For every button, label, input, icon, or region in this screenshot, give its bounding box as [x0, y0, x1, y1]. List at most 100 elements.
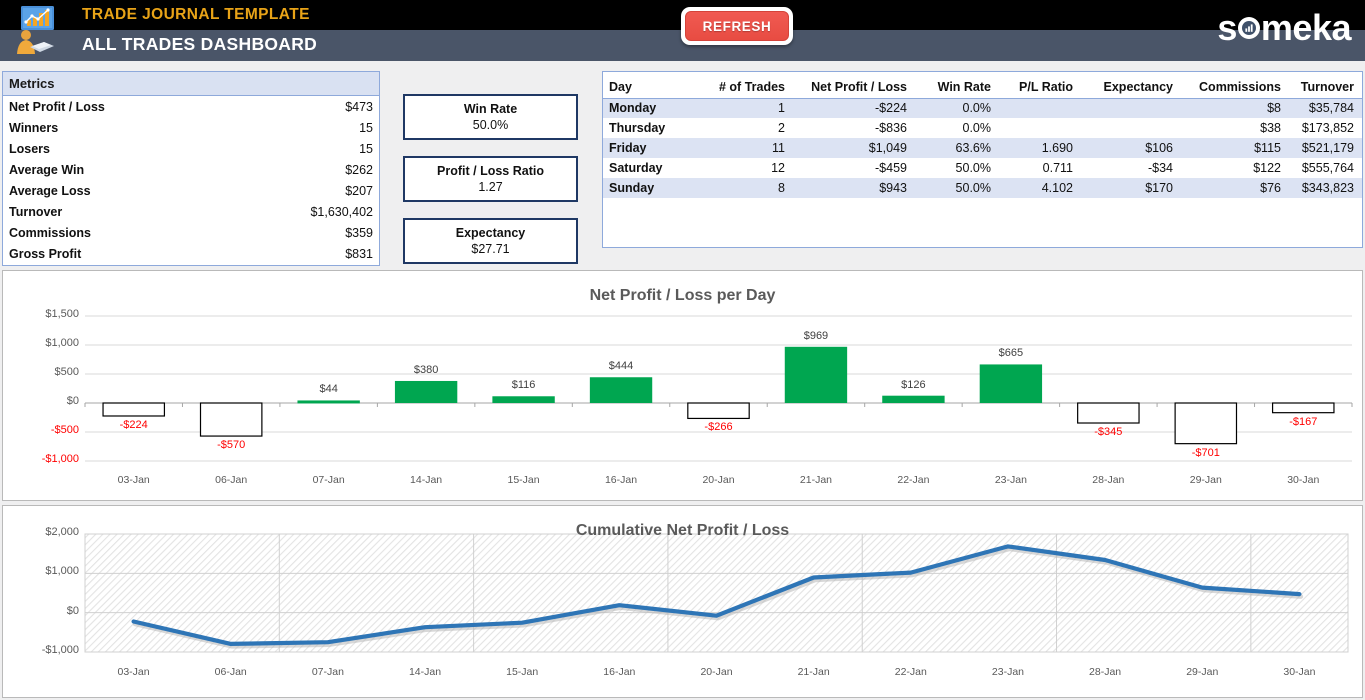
cell-trades: 2 [778, 121, 785, 135]
metric-label: Winners [9, 120, 59, 135]
line-chart-title: Cumulative Net Profit / Loss [575, 522, 790, 539]
cell-pl-ratio: 1.690 [999, 138, 1081, 158]
col-turnover: Turnover [1289, 72, 1362, 99]
brand-text-s: s [1217, 7, 1237, 48]
cell-pl-ratio [999, 118, 1081, 138]
table-row[interactable]: Friday 11 $1,049 63.6% 1.690 $106 $115 $… [603, 138, 1362, 158]
trader-chart-icon [8, 2, 64, 58]
metric-row: Winners 15 [3, 117, 379, 138]
kpi-value: 1.27 [478, 179, 503, 194]
metric-row: Losers 15 [3, 138, 379, 159]
metric-label: Average Loss [9, 183, 91, 198]
cell-day: Monday [603, 98, 701, 118]
table-row[interactable]: Thursday 2 -$836 0.0% $38 $173,852 [603, 118, 1362, 138]
cell-expectancy: -$34 [1147, 161, 1173, 175]
kpi-value: $27.71 [471, 241, 510, 256]
cell-win-rate: 0.0% [962, 121, 992, 135]
bar-chart-badge-icon [1237, 17, 1260, 39]
metric-label: Gross Profit [9, 246, 82, 261]
metric-row: Commissions $359 [3, 222, 379, 243]
cell-net: $1,049 [793, 138, 915, 158]
cell-pl-ratio [999, 98, 1081, 118]
metric-label: Average Win [9, 162, 85, 177]
cell-expectancy: $106 [1081, 138, 1181, 158]
cell-day: Saturday [609, 161, 663, 175]
cell-commissions: $76 [1181, 178, 1289, 198]
cell-win-rate: 50.0% [915, 178, 999, 198]
cell-win-rate: 0.0% [915, 98, 999, 118]
kpi-label: Win Rate [463, 101, 518, 116]
metric-label: Commissions [9, 225, 91, 240]
cell-trades: 12 [771, 161, 785, 175]
kpi-profit-loss-ratio: Profit / Loss Ratio 1.27 [403, 156, 578, 202]
cell-net: -$224 [793, 98, 915, 118]
metric-row: Gross Profit $831 [3, 243, 379, 264]
metric-value: 15 [359, 141, 373, 156]
net-profit-loss-bar-chart: Net Profit / Loss per Day $1,500 $1,000 $5… [2, 270, 1363, 501]
cell-net: -$836 [875, 121, 907, 135]
cell-trades: 8 [701, 178, 793, 198]
cell-turnover: $343,823 [1289, 178, 1362, 198]
col-trades: # of Trades [701, 72, 793, 99]
col-expectancy: Expectancy [1081, 72, 1181, 99]
col-net-profit-loss: Net Profit / Loss [793, 72, 915, 99]
col-pl-ratio: P/L Ratio [999, 72, 1081, 99]
metric-row: Average Win $262 [3, 159, 379, 180]
metric-value: 15 [359, 120, 373, 135]
cell-net: -$459 [875, 161, 907, 175]
table-row[interactable]: Sunday 8 $943 50.0% 4.102 $170 $76 $343,… [603, 178, 1362, 198]
metric-value: $831 [345, 246, 373, 261]
cell-pl-ratio: 4.102 [999, 178, 1081, 198]
kpi-label: Expectancy [455, 225, 526, 240]
cell-expectancy [1081, 118, 1181, 138]
col-day: Day [603, 72, 701, 99]
cumulative-net-profit-loss-line-chart: Cumulative Net Profit / Loss $2,000 $1,00… [2, 505, 1363, 698]
cell-trades: 11 [701, 138, 793, 158]
someka-logo: s meka [1217, 8, 1351, 48]
cell-expectancy [1081, 98, 1181, 118]
table-header-row: Day # of Trades Net Profit / Loss Win Ra… [603, 72, 1362, 99]
cell-commissions: $38 [1260, 121, 1281, 135]
cell-commissions: $8 [1181, 98, 1289, 118]
cell-turnover: $555,764 [1301, 161, 1354, 175]
metric-row: Average Loss $207 [3, 180, 379, 201]
metrics-panel: Metrics Net Profit / Loss $473 Winners 1… [2, 71, 380, 266]
day-breakdown-table: Day # of Trades Net Profit / Loss Win Ra… [602, 71, 1363, 248]
dashboard-body: Metrics Net Profit / Loss $473 Winners 1… [0, 61, 1365, 700]
cell-commissions: $115 [1181, 138, 1289, 158]
col-win-rate: Win Rate [915, 72, 999, 99]
kpi-expectancy: Expectancy $27.71 [403, 218, 578, 264]
template-title: TRADE JOURNAL TEMPLATE [82, 6, 310, 23]
kpi-win-rate: Win Rate 50.0% [403, 94, 578, 140]
brand-text-meka: meka [1260, 7, 1352, 48]
metric-label: Losers [9, 141, 50, 156]
cell-day: Friday [603, 138, 701, 158]
cell-turnover: $173,852 [1301, 121, 1354, 135]
cell-net: $943 [793, 178, 915, 198]
metric-value: $1,630,402 [310, 204, 373, 219]
refresh-button-frame: REFRESH [681, 7, 793, 45]
cell-expectancy: $170 [1081, 178, 1181, 198]
metric-label: Net Profit / Loss [9, 99, 105, 114]
bar-chart-title: Net Profit / Loss per Day [589, 287, 776, 304]
metric-row: Turnover $1,630,402 [3, 201, 379, 222]
cell-day: Thursday [609, 121, 666, 135]
metric-value: $207 [345, 183, 373, 198]
col-commissions: Commissions [1181, 72, 1289, 99]
cell-turnover: $521,179 [1289, 138, 1362, 158]
cell-win-rate: 50.0% [955, 161, 991, 175]
table-filler-row [603, 198, 1362, 240]
table-row[interactable]: Saturday 12 -$459 50.0% 0.711 -$34 $122 … [603, 158, 1362, 178]
bar-chart-canvas [84, 315, 1353, 462]
page-title: ALL TRADES DASHBOARD [82, 34, 318, 54]
metric-value: $473 [345, 99, 373, 114]
refresh-button[interactable]: REFRESH [685, 11, 789, 41]
metric-label: Turnover [9, 204, 63, 219]
metric-value: $262 [345, 162, 373, 177]
table-row[interactable]: Monday 1 -$224 0.0% $8 $35,784 [603, 98, 1362, 118]
kpi-label: Profit / Loss Ratio [437, 163, 544, 178]
metrics-header: Metrics [3, 72, 379, 96]
kpi-value: 50.0% [472, 117, 509, 132]
cell-win-rate: 63.6% [915, 138, 999, 158]
cell-day: Sunday [603, 178, 701, 198]
